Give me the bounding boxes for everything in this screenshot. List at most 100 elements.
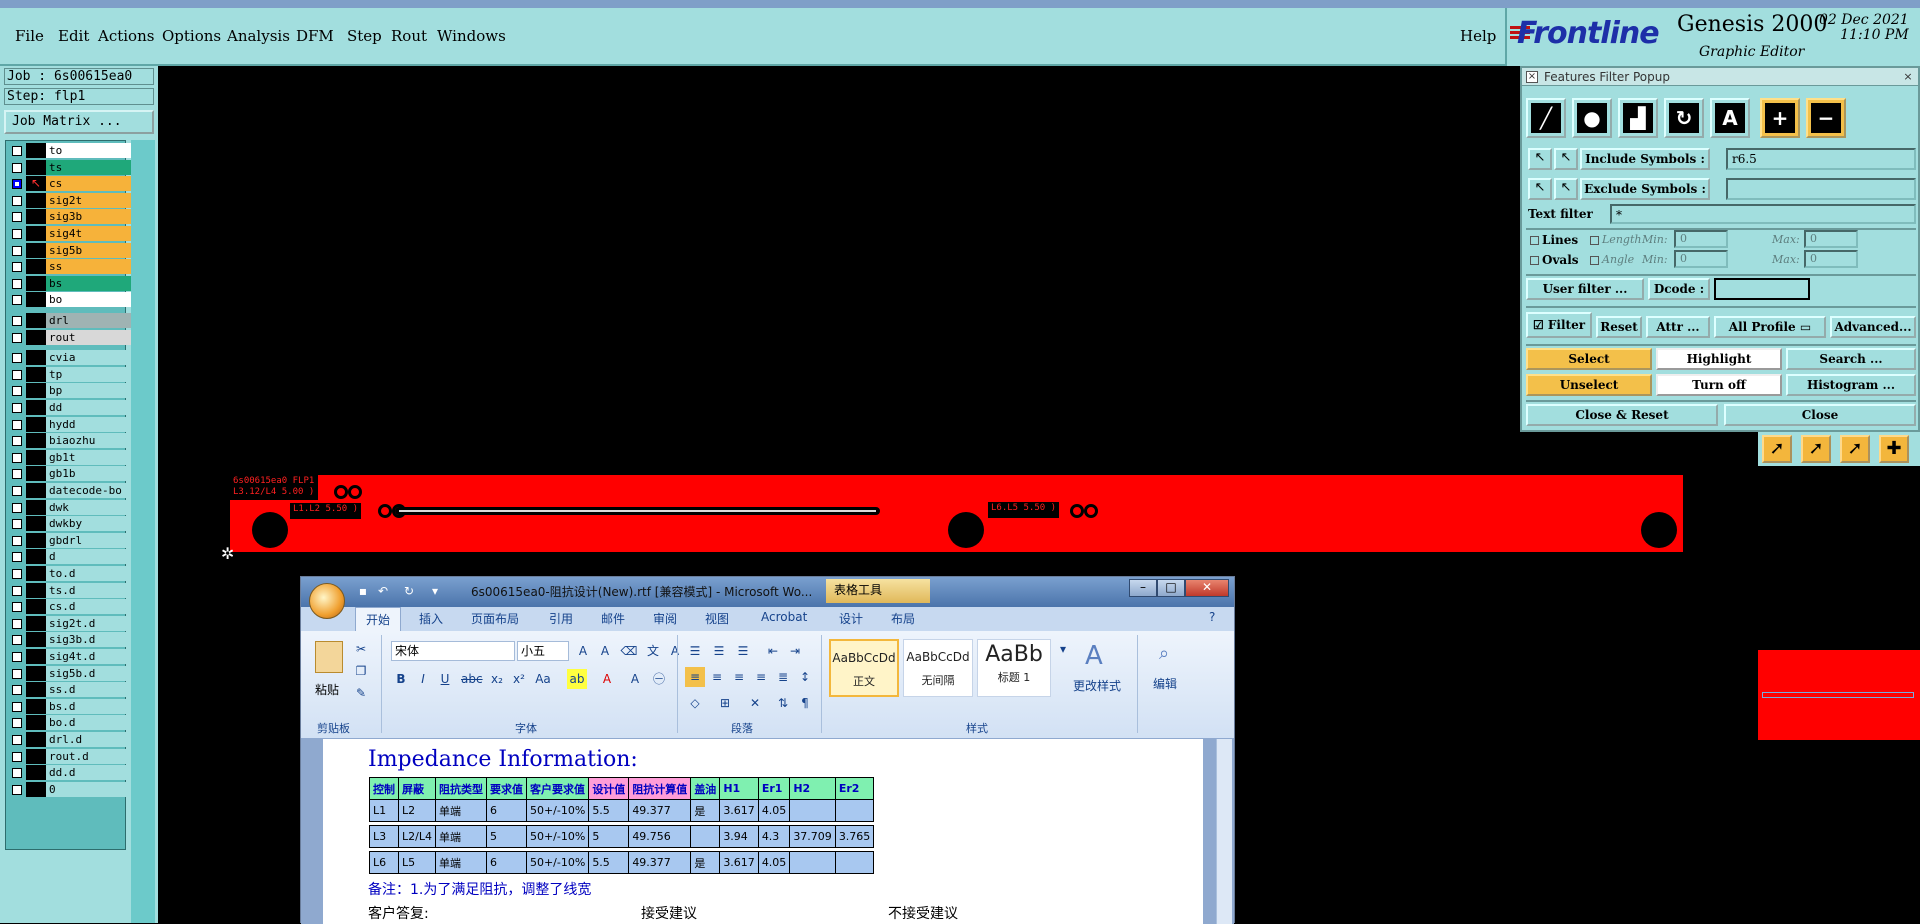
char-border-icon[interactable]: A [665, 641, 685, 661]
change-styles-label[interactable]: 更改样式 [1073, 677, 1121, 694]
table-cell[interactable]: 37.709 [789, 825, 836, 848]
table-cell[interactable]: 5.5 [588, 799, 630, 822]
close-button[interactable]: Close [1724, 404, 1916, 426]
format-painter-icon[interactable]: ✎ [351, 683, 371, 703]
layer-display-slot[interactable] [26, 582, 46, 598]
angle-min-input[interactable]: 0 [1674, 250, 1728, 268]
table-cell[interactable]: L6 [369, 851, 399, 874]
layer-display-slot[interactable] [26, 599, 46, 615]
minimize-icon[interactable]: – [1129, 579, 1157, 597]
text-filter-input[interactable]: * [1610, 204, 1916, 224]
tab-layout[interactable]: 布局 [891, 610, 915, 627]
layer-name[interactable]: to [46, 143, 131, 158]
undo-icon[interactable]: ↶ [375, 583, 391, 599]
layer-display-slot[interactable] [26, 209, 46, 225]
length-checkbox[interactable] [1590, 236, 1599, 245]
layer-name[interactable]: gb1t [46, 449, 131, 465]
menu-options[interactable]: Options [162, 27, 221, 45]
shading-icon[interactable]: ◇ [685, 693, 705, 713]
layer-name[interactable]: sig2t.d [46, 615, 131, 631]
char-shading-icon[interactable]: A [625, 669, 645, 689]
layer-checkbox[interactable] [12, 452, 22, 463]
layer-display-slot[interactable] [26, 416, 46, 432]
table-cell[interactable]: L3 [369, 825, 399, 848]
layer-name[interactable]: sig4t.d [46, 649, 131, 664]
layer-checkbox[interactable] [12, 585, 22, 596]
text-filter-button[interactable]: A [1710, 98, 1750, 138]
layer-checkbox[interactable] [12, 668, 22, 679]
close-icon[interactable]: ✕ [1185, 579, 1229, 597]
table-row[interactable]: L6 L5 单端 6 50+/-10% 5.5 49.377 是 3.617 4.05 [369, 851, 875, 874]
layer-checkbox[interactable] [12, 278, 22, 289]
layer-row[interactable]: sig2t.d [8, 615, 131, 631]
table-cell[interactable]: 6 [485, 851, 527, 874]
layer-display-slot[interactable] [26, 449, 46, 465]
phonetic-icon[interactable]: 文 [643, 641, 663, 661]
layer-checkbox[interactable] [12, 552, 22, 563]
redo-icon[interactable]: ↻ [401, 583, 417, 599]
menu-analysis[interactable]: Analysis [227, 27, 290, 45]
layer-row[interactable]: sig3b [8, 209, 131, 225]
layer-name[interactable]: to.d [46, 566, 131, 581]
layer-row[interactable]: dwk [8, 499, 131, 515]
styles-more-icon[interactable]: ▾ [1053, 639, 1073, 659]
table-cell[interactable]: 49.377 [628, 851, 692, 874]
layer-checkbox[interactable] [12, 262, 22, 273]
edit-label[interactable]: 编辑 [1153, 675, 1177, 692]
layer-name[interactable]: bs.d [46, 698, 131, 714]
layer-display-slot[interactable] [26, 732, 46, 747]
layer-checkbox[interactable] [12, 735, 22, 745]
layer-checkbox[interactable] [12, 502, 22, 513]
negative-filter-button[interactable]: − [1806, 98, 1846, 138]
document-page[interactable]: Impedance Information: 控制 屏蔽 阻抗类型 要求值 客户… [323, 739, 1203, 924]
layer-display-slot[interactable] [26, 226, 46, 241]
positive-filter-button[interactable]: + [1760, 98, 1800, 138]
length-max-input[interactable]: 0 [1804, 230, 1858, 248]
layer-row[interactable]: 0 [8, 781, 131, 797]
align-right-icon[interactable]: ≡ [729, 667, 749, 687]
table-cell[interactable]: 49.377 [628, 799, 692, 822]
line-filter-button[interactable]: ╱ [1526, 98, 1566, 138]
layer-name[interactable]: tp [46, 366, 131, 382]
layer-display-slot[interactable] [26, 649, 46, 664]
layer-name[interactable]: sig2t [46, 192, 131, 208]
layer-name[interactable]: sig3b.d [46, 632, 131, 648]
grow-font-icon[interactable]: A [573, 641, 593, 661]
layer-checkbox[interactable] [12, 295, 22, 306]
layer-name[interactable]: ts [46, 159, 131, 175]
layer-name[interactable]: drl.d [46, 732, 131, 747]
tab-acrobat[interactable]: Acrobat [761, 610, 807, 624]
layer-display-slot[interactable] [26, 615, 46, 631]
surface-filter-button[interactable]: ▟ [1618, 98, 1658, 138]
layer-name[interactable]: sig5b.d [46, 665, 131, 681]
bold-icon[interactable]: B [391, 669, 411, 689]
advanced-button[interactable]: Advanced... [1830, 316, 1916, 338]
layer-display-slot[interactable] [26, 383, 46, 399]
layer-checkbox[interactable] [12, 519, 22, 530]
layer-checkbox[interactable] [12, 195, 22, 206]
impedance-table[interactable]: 控制 屏蔽 阻抗类型 要求值 客户要求值 设计值 阻抗计算值 盖油 H1 Er1… [369, 777, 875, 874]
line-spacing-icon[interactable]: ↕ [795, 667, 815, 687]
table-cell[interactable] [834, 851, 875, 874]
distribute-icon[interactable]: ≣ [773, 667, 793, 687]
layer-display-slot[interactable] [26, 765, 46, 781]
layer-row[interactable]: datecode-bo [8, 483, 131, 498]
layer-name[interactable]: dd [46, 400, 131, 415]
menu-file[interactable]: File [15, 27, 44, 45]
numbering-icon[interactable]: ☰ [709, 641, 729, 661]
layer-checkbox[interactable] [12, 685, 22, 696]
layer-name[interactable]: d [46, 549, 131, 565]
table-cell[interactable]: 4.05 [757, 851, 791, 874]
layer-checkbox[interactable] [12, 229, 22, 239]
layer-row[interactable]: ss.d [8, 682, 131, 698]
layer-row[interactable]: dwkby [8, 516, 131, 532]
table-cell[interactable]: 是 [690, 851, 721, 874]
layer-checkbox[interactable] [12, 718, 22, 729]
table-cell[interactable] [789, 851, 836, 874]
layer-row[interactable]: bo.d [8, 715, 131, 731]
layer-name[interactable]: 0 [46, 781, 131, 797]
pcb-coupon[interactable]: 6s00615ea0 FLP1 L3.12/L4 5.00 ) L1.L2 5.… [230, 475, 1683, 552]
menu-step[interactable]: Step [347, 27, 382, 45]
table-cell[interactable] [789, 799, 836, 822]
job-matrix-button[interactable]: Job Matrix ... [4, 110, 154, 134]
